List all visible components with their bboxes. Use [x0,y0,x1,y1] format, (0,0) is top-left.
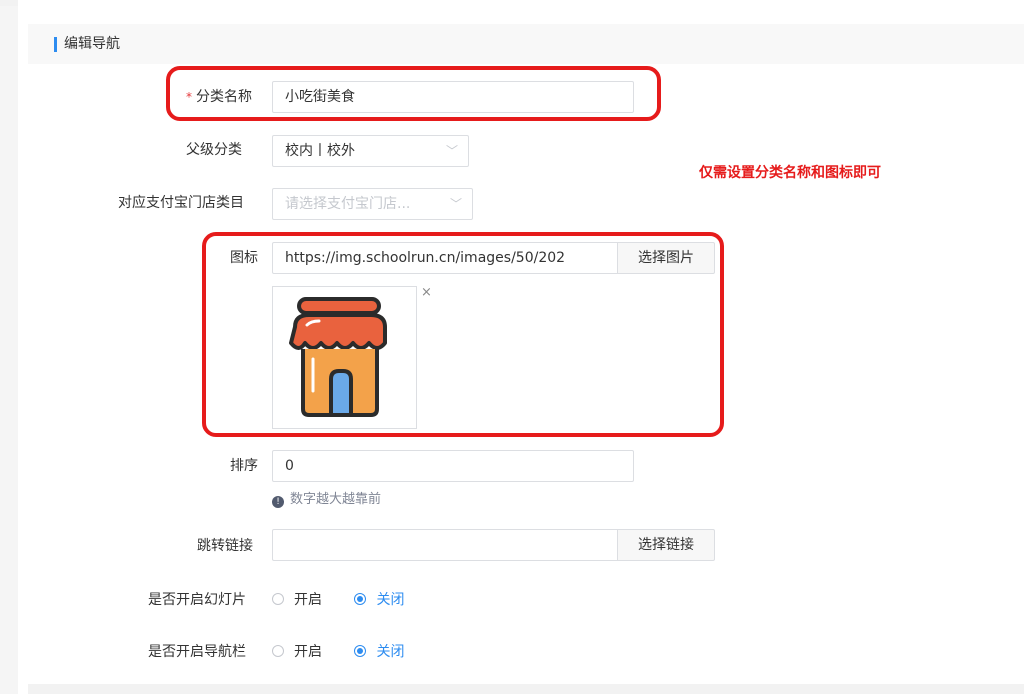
chevron-down-icon: ﹀ [445,144,458,158]
parent-category-label: 父级分类 [186,142,242,158]
alipay-category-select[interactable]: 请选择支付宝门店... ﹀ [272,188,473,220]
navbar-option-on[interactable]: 开启 [272,642,322,662]
slideshow-option-off[interactable]: 关闭 [354,590,404,610]
radio-icon [272,593,284,605]
slideshow-radio-group: 开启 关闭 [272,590,432,610]
alipay-category-placeholder: 请选择支付宝门店... [285,196,411,212]
sort-label: 排序 [230,458,258,474]
navbar-radio-group: 开启 关闭 [272,642,432,662]
section-accent-bar [54,37,57,52]
section-header [28,24,1024,64]
sort-input[interactable]: 0 [272,450,634,482]
jump-link-input[interactable] [272,529,618,561]
parent-category-value: 校内丨校外 [285,143,355,159]
slideshow-label: 是否开启幻灯片 [148,592,246,608]
alipay-category-label: 对应支付宝门店类目 [118,195,244,211]
choose-link-button[interactable]: 选择链接 [617,529,715,561]
sort-hint: ! 数字越大越靠前 [272,491,381,509]
parent-category-select[interactable]: 校内丨校外 ﹀ [272,135,469,167]
annotation-note: 仅需设置分类名称和图标即可 [699,165,881,181]
highlight-box-icon [202,232,724,437]
navbar-label: 是否开启导航栏 [148,644,246,660]
jump-link-label: 跳转链接 [197,538,253,554]
highlight-box-category-name [166,66,661,121]
radio-checked-icon [354,645,367,657]
slideshow-option-on[interactable]: 开启 [272,590,322,610]
radio-icon [272,645,284,657]
navbar-option-off[interactable]: 关闭 [354,642,404,662]
radio-checked-icon [354,593,367,605]
chevron-down-icon: ﹀ [449,197,462,211]
section-title: 编辑导航 [64,36,120,52]
info-icon: ! [272,496,284,508]
footer-strip [28,684,1024,694]
